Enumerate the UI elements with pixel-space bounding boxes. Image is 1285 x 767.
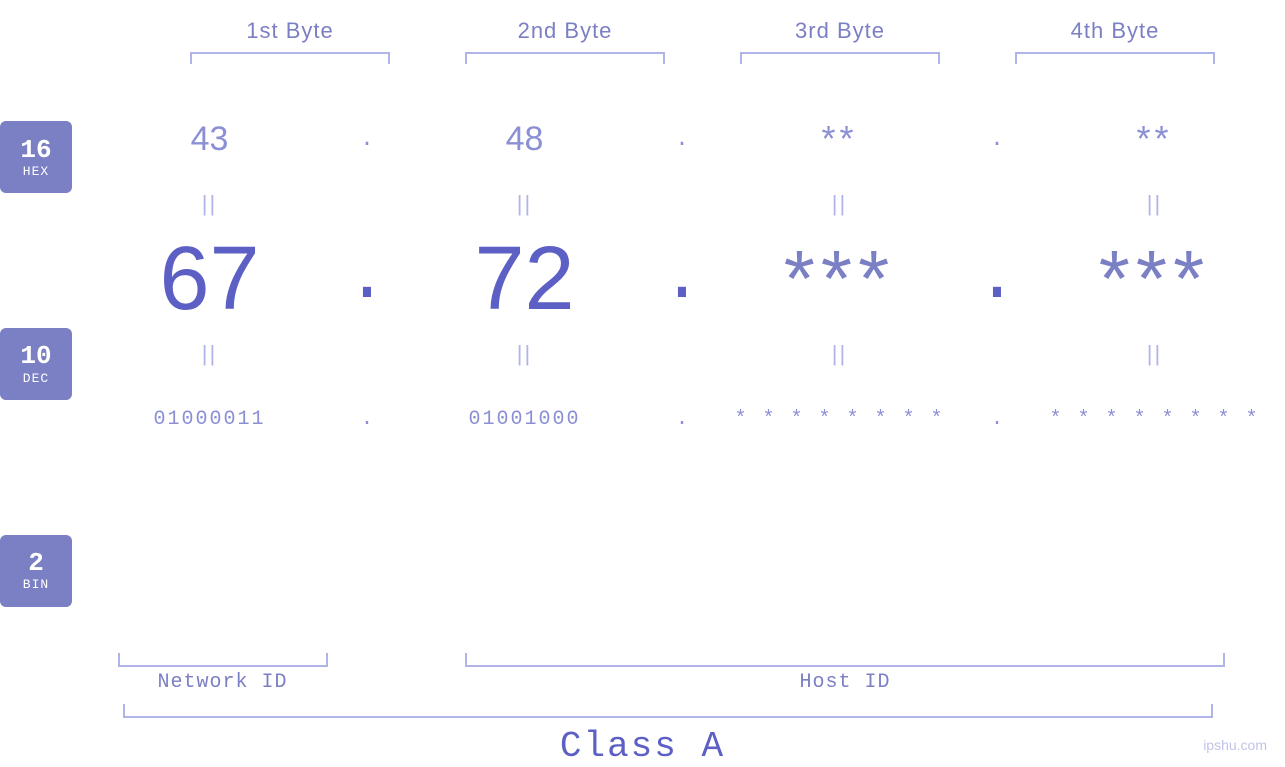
bottom-brackets-row — [65, 653, 1285, 667]
bin-b2-value: 01001000 — [468, 408, 580, 431]
network-bracket-container — [65, 653, 380, 667]
eq2-b4: || — [1017, 341, 1285, 367]
bin-b3-value: * * * * * * * * — [734, 408, 944, 431]
bin-b4-value: * * * * * * * * — [1049, 408, 1259, 431]
bin-dot1: . — [347, 408, 387, 431]
bin-b2-cell: 01001000 — [387, 408, 662, 431]
hex-label: HEX — [23, 164, 49, 179]
bin-number: 2 — [28, 549, 44, 578]
dec-number: 10 — [20, 342, 51, 371]
dec-b2-cell: 72 — [387, 228, 662, 331]
watermark: ipshu.com — [1203, 737, 1267, 753]
bin-b3-cell: * * * * * * * * — [702, 408, 977, 431]
bin-label: BIN — [23, 577, 49, 592]
hex-b3-cell: ** — [702, 118, 977, 160]
data-columns: 43 . 48 . ** . ** — [72, 64, 1285, 644]
hex-b4-value: ** — [1136, 118, 1172, 160]
labels-column: 16 HEX 10 DEC 2 BIN — [0, 64, 72, 644]
byte3-header: 3rd Byte — [703, 18, 978, 44]
hex-b4-cell: ** — [1017, 118, 1285, 160]
eq2-b3: || — [702, 341, 977, 367]
byte1-header: 1st Byte — [153, 18, 428, 44]
dec-b4-value: *** — [1099, 233, 1210, 325]
bracket-line-2 — [465, 52, 665, 64]
byte4-header: 4th Byte — [978, 18, 1253, 44]
eq1-b3: || — [702, 191, 977, 217]
hex-b2-value: 48 — [506, 120, 544, 159]
dec-b3-cell: *** — [702, 233, 977, 325]
dec-badge: 10 DEC — [0, 328, 72, 400]
hex-number: 16 — [20, 136, 51, 165]
eq1-b1: || — [72, 191, 347, 217]
bin-b4-cell: * * * * * * * * — [1017, 408, 1285, 431]
equals-row-1: || || || || — [72, 184, 1285, 224]
bin-badge: 2 BIN — [0, 535, 72, 607]
bin-b1-value: 01000011 — [153, 408, 265, 431]
network-id-container: Network ID — [65, 671, 380, 694]
host-bracket-container — [380, 653, 1285, 667]
dec-b2-value: 72 — [474, 228, 574, 331]
bracket-byte4 — [978, 52, 1253, 64]
dec-b1-cell: 67 — [72, 228, 347, 331]
byte-headers: 1st Byte 2nd Byte 3rd Byte 4th Byte — [60, 0, 1285, 44]
dec-b3-value: *** — [784, 233, 895, 325]
eq2-b1: || — [72, 341, 347, 367]
hex-b1-cell: 43 — [72, 120, 347, 159]
labels-row: Network ID Host ID — [65, 671, 1285, 694]
eq1-b2: || — [387, 191, 662, 217]
hex-badge: 16 HEX — [0, 121, 72, 193]
bracket-line-1 — [190, 52, 390, 64]
class-row: Class A — [0, 726, 1285, 767]
bracket-byte2 — [428, 52, 703, 64]
dec-dot1: . — [347, 240, 387, 319]
host-id-label: Host ID — [799, 671, 890, 694]
dec-b1-value: 67 — [159, 228, 259, 331]
hex-row: 43 . 48 . ** . ** — [72, 94, 1285, 184]
host-bracket — [465, 653, 1225, 667]
network-bracket — [118, 653, 328, 667]
bin-row: 01000011 . 01001000 . * * * * * * * * . — [72, 374, 1285, 464]
dec-row: 67 . 72 . *** . *** — [72, 224, 1285, 334]
hex-dot1: . — [347, 127, 387, 152]
eq2-b2: || — [387, 341, 662, 367]
bottom-section: Network ID Host ID Class A — [0, 649, 1285, 767]
full-bracket-row — [25, 704, 1285, 718]
class-label: Class A — [560, 726, 725, 767]
bracket-line-4 — [1015, 52, 1215, 64]
hex-b2-cell: 48 — [387, 120, 662, 159]
eq1-b4: || — [1017, 191, 1285, 217]
host-id-container: Host ID — [380, 671, 1285, 694]
network-id-label: Network ID — [157, 671, 287, 694]
dec-label: DEC — [23, 371, 49, 386]
hex-dot2: . — [662, 127, 702, 152]
hex-b1-value: 43 — [191, 120, 229, 159]
dec-dot2: . — [662, 240, 702, 319]
bracket-line-3 — [740, 52, 940, 64]
dec-dot3: . — [977, 240, 1017, 319]
dec-b4-cell: *** — [1017, 233, 1285, 325]
hex-b3-value: ** — [821, 118, 857, 160]
bin-dot2: . — [662, 408, 702, 431]
bin-dot3: . — [977, 408, 1017, 431]
bin-b1-cell: 01000011 — [72, 408, 347, 431]
equals-row-2: || || || || — [72, 334, 1285, 374]
hex-dot3: . — [977, 127, 1017, 152]
main-container: 1st Byte 2nd Byte 3rd Byte 4th Byte 16 H… — [0, 0, 1285, 767]
bracket-byte3 — [703, 52, 978, 64]
bracket-byte1 — [153, 52, 428, 64]
top-brackets — [60, 52, 1285, 64]
full-bracket — [123, 704, 1213, 718]
byte2-header: 2nd Byte — [428, 18, 703, 44]
